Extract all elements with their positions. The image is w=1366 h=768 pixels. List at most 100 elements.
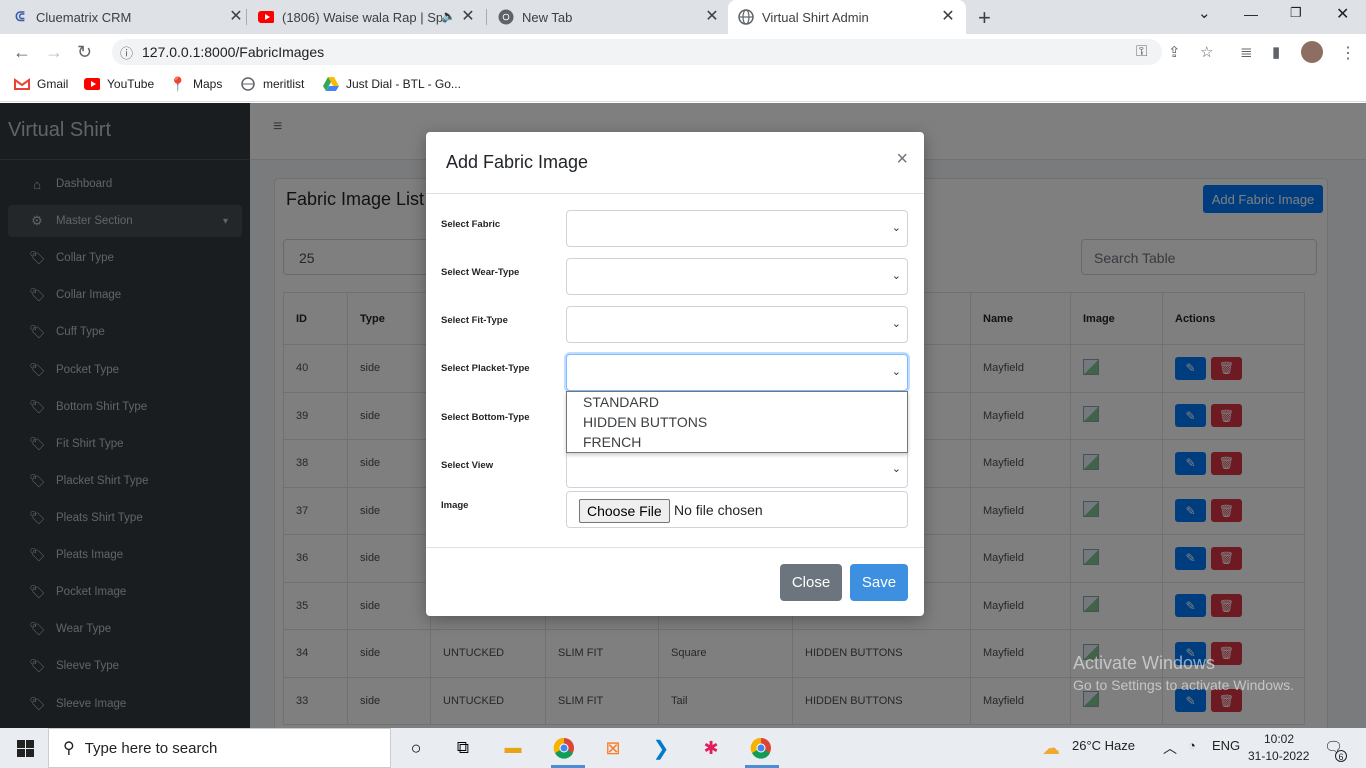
select-fabric[interactable]: ⌄	[566, 210, 908, 247]
restore-icon[interactable]: ❐	[1290, 5, 1302, 21]
modal-close-icon[interactable]: ×	[896, 148, 908, 171]
minimize-icon[interactable]: —	[1244, 6, 1258, 22]
tab-youtube[interactable]: (1806) Waise wala Rap | Spec 🔈 ✕	[258, 0, 476, 34]
bookmark-maps[interactable]: 📍 Maps	[169, 75, 223, 92]
windows-start-icon[interactable]	[14, 736, 36, 760]
field-label: Select Wear-Type	[441, 267, 520, 278]
slack-icon[interactable]: ✱	[699, 736, 723, 760]
modal-title: Add Fabric Image	[446, 152, 589, 172]
youtube-icon	[84, 77, 100, 91]
bookmark-justdial[interactable]: Just Dial - BTL - Go...	[323, 77, 461, 91]
browser-tab-bar: ᕳ Cluematrix CRM ✕ (1806) Waise wala Rap…	[0, 0, 1366, 34]
share-icon[interactable]: ⇪	[1168, 43, 1181, 61]
modal-header-divider	[426, 193, 924, 194]
close-tab-icon[interactable]: ✕	[704, 9, 720, 25]
field-label: Select Fabric	[441, 219, 501, 230]
globe-icon	[738, 9, 754, 25]
field-label: Select Placket-Type	[441, 363, 530, 374]
bookmark-label: meritlist	[263, 77, 305, 91]
bookmark-youtube[interactable]: YouTube	[84, 77, 154, 91]
speaker-icon[interactable]: 🔈	[441, 9, 456, 23]
tab-search-chevron-icon[interactable]: ⌄	[1198, 4, 1211, 22]
tab-cluematrix[interactable]: ᕳ Cluematrix CRM ✕	[12, 0, 244, 34]
chevron-down-icon: ⌄	[891, 318, 901, 330]
tab-title: New Tab	[522, 9, 573, 25]
placket-type-dropdown: STANDARD HIDDEN BUTTONS FRENCH	[566, 391, 908, 453]
bookmark-label: YouTube	[107, 77, 155, 91]
tab-new-tab[interactable]: New Tab ✕	[498, 0, 720, 34]
chevron-down-icon: ⌄	[891, 463, 901, 475]
close-tab-icon[interactable]: ✕	[940, 9, 956, 25]
dropdown-option[interactable]: STANDARD	[567, 392, 907, 412]
select-wear-type[interactable]: ⌄	[566, 258, 908, 295]
tab-title: (1806) Waise wala Rap | Spec	[282, 9, 442, 25]
clock-time[interactable]: 10:02	[1264, 732, 1294, 746]
add-fabric-image-modal: Add Fabric Image × Select Fabric ⌄ Selec…	[426, 132, 924, 616]
bookmark-star-icon[interactable]: ☆	[1200, 43, 1213, 61]
chevron-down-icon: ⌄	[891, 270, 901, 282]
close-tab-icon[interactable]: ✕	[228, 9, 244, 25]
field-label: Image	[441, 500, 469, 511]
bookmark-gmail[interactable]: Gmail	[14, 77, 68, 91]
chevron-down-icon: ⌄	[891, 366, 901, 378]
image-file-input: Choose File No file chosen	[566, 491, 908, 528]
bookmark-label: Just Dial - BTL - Go...	[346, 77, 461, 91]
weather-text[interactable]: 26°C Haze	[1072, 738, 1135, 753]
globe-icon	[240, 77, 256, 91]
info-icon[interactable]: ⓘ	[120, 43, 133, 62]
new-tab-plus-icon[interactable]: +	[978, 5, 991, 31]
bookmark-label: Maps	[193, 77, 223, 91]
url-text[interactable]: 127.0.0.1:8000/FabricImages	[142, 44, 324, 60]
maps-pin-icon: 📍	[169, 75, 187, 92]
chevron-up-icon[interactable]: ︿	[1163, 738, 1177, 758]
windows-taskbar: ⚲ Type here to search ○ ⧉ ▬ ⊠ ❯ ✱ ☁ 26°C…	[0, 728, 1366, 768]
cortana-icon[interactable]: ○	[405, 736, 427, 760]
gmail-icon	[14, 77, 30, 91]
chevron-down-icon: ⌄	[891, 222, 901, 234]
google-drive-icon	[323, 77, 339, 91]
select-fit-type[interactable]: ⌄	[566, 306, 908, 343]
tab-virtual-shirt-admin[interactable]: Virtual Shirt Admin ✕	[728, 0, 966, 34]
field-label: Select View	[441, 460, 494, 471]
choose-file-button[interactable]: Choose File	[579, 499, 670, 523]
tab-title: Virtual Shirt Admin	[762, 9, 869, 25]
chrome-taskbar-icon[interactable]	[551, 736, 577, 760]
media-queue-icon[interactable]: ≣	[1240, 43, 1253, 61]
file-explorer-icon[interactable]: ▬	[501, 736, 525, 760]
field-label: Select Bottom-Type	[441, 412, 530, 423]
back-arrow-icon[interactable]: ←	[13, 42, 31, 63]
tab-separator	[246, 9, 247, 25]
save-button[interactable]: Save	[850, 564, 908, 601]
wifi-icon[interactable]: ◔	[1188, 738, 1196, 753]
weather-icon[interactable]: ☁	[1040, 736, 1062, 760]
dropdown-option[interactable]: FRENCH	[567, 432, 907, 452]
task-view-icon[interactable]: ⧉	[452, 736, 474, 760]
profile-avatar[interactable]	[1301, 41, 1323, 63]
close-tab-icon[interactable]: ✕	[460, 9, 476, 25]
chrome-icon	[498, 9, 514, 25]
bookmark-meritlist[interactable]: meritlist	[240, 77, 304, 91]
bookmark-label: Gmail	[37, 77, 69, 91]
select-placket-type[interactable]: ⌄	[566, 354, 908, 391]
modal-footer-divider	[426, 547, 924, 548]
taskbar-search-text: Type here to search	[84, 739, 218, 757]
dropdown-option[interactable]: HIDDEN BUTTONS	[567, 412, 907, 432]
menu-kebab-icon[interactable]: ⋮	[1340, 43, 1356, 63]
taskbar-search[interactable]: ⚲ Type here to search	[48, 728, 391, 768]
select-view[interactable]: ⌄	[566, 451, 908, 488]
side-panel-icon[interactable]: ▮	[1272, 43, 1280, 61]
clock-date[interactable]: 31-10-2022	[1248, 749, 1309, 763]
reload-icon[interactable]: ↻	[77, 42, 92, 63]
activate-windows-title: Activate Windows	[1073, 653, 1216, 673]
activate-windows-subtitle: Go to Settings to activate Windows.	[1073, 677, 1294, 693]
forward-arrow-icon[interactable]: →	[45, 42, 63, 63]
key-icon[interactable]: ⚿	[1136, 43, 1147, 60]
close-button[interactable]: Close	[780, 564, 842, 601]
vscode-icon[interactable]: ❯	[649, 736, 673, 760]
chrome-taskbar-icon-active[interactable]	[748, 736, 774, 760]
language-indicator[interactable]: ENG	[1212, 738, 1240, 753]
window-close-icon[interactable]: ✕	[1336, 4, 1349, 24]
tab-separator	[486, 9, 487, 25]
field-label: Select Fit-Type	[441, 315, 508, 326]
xampp-icon[interactable]: ⊠	[601, 736, 625, 760]
